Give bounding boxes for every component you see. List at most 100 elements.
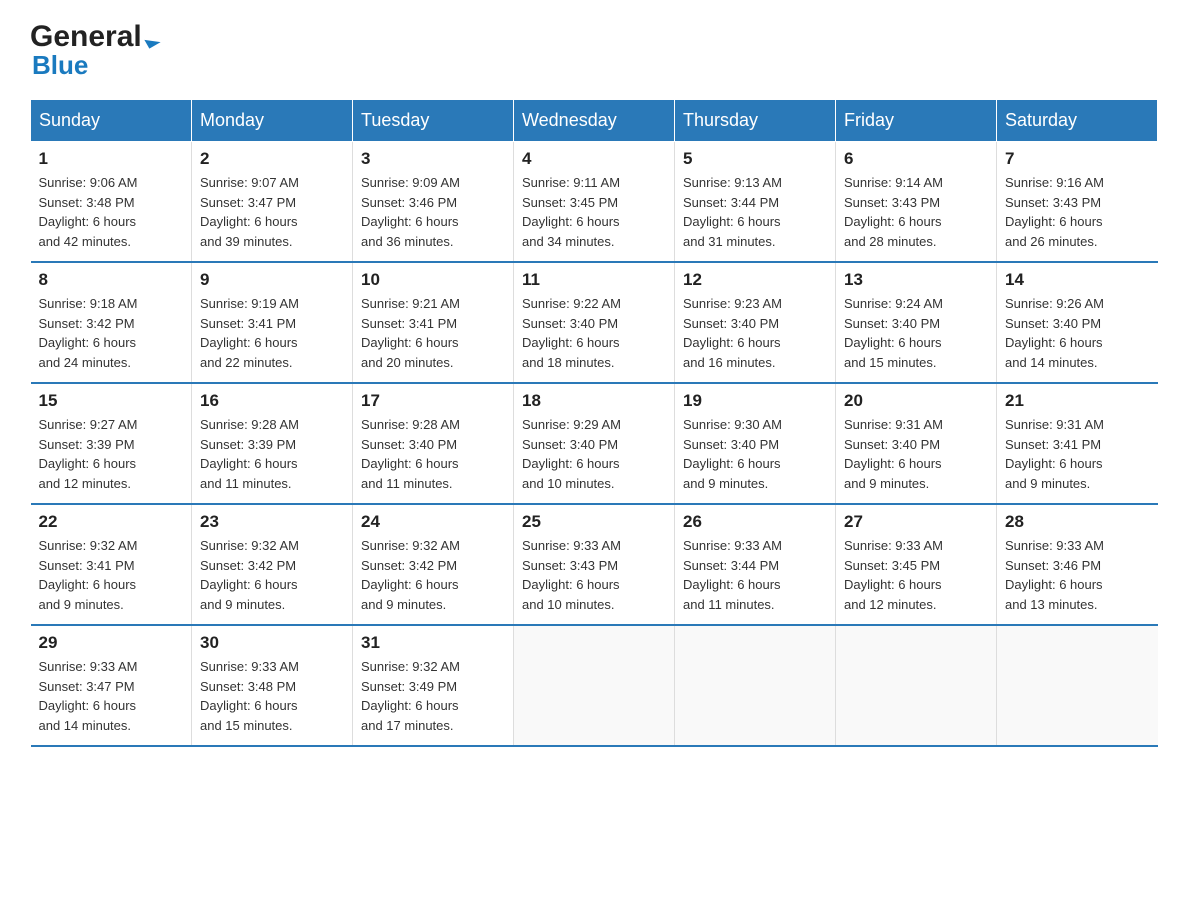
- day-number: 23: [200, 512, 344, 532]
- week-row-2: 8 Sunrise: 9:18 AM Sunset: 3:42 PM Daylig…: [31, 262, 1158, 383]
- calendar-cell: 12 Sunrise: 9:23 AM Sunset: 3:40 PM Dayli…: [675, 262, 836, 383]
- day-number: 26: [683, 512, 827, 532]
- day-number: 1: [39, 149, 184, 169]
- weekday-header-monday: Monday: [192, 100, 353, 142]
- calendar-cell: 18Sunrise: 9:29 AM Sunset: 3:40 PM Dayli…: [514, 383, 675, 504]
- calendar-cell: 26 Sunrise: 9:33 AM Sunset: 3:44 PM Dayli…: [675, 504, 836, 625]
- day-number: 7: [1005, 149, 1150, 169]
- day-info: Sunrise: 9:32 AM Sunset: 3:41 PM Dayligh…: [39, 536, 184, 614]
- day-number: 28: [1005, 512, 1150, 532]
- calendar-cell: 14Sunrise: 9:26 AM Sunset: 3:40 PM Dayli…: [997, 262, 1158, 383]
- day-number: 4: [522, 149, 666, 169]
- day-info: Sunrise: 9:31 AM Sunset: 3:41 PM Dayligh…: [1005, 415, 1150, 493]
- day-info: Sunrise: 9:33 AM Sunset: 3:48 PM Dayligh…: [200, 657, 344, 735]
- week-row-5: 29 Sunrise: 9:33 AM Sunset: 3:47 PM Dayli…: [31, 625, 1158, 746]
- day-number: 27: [844, 512, 988, 532]
- calendar-cell: 27 Sunrise: 9:33 AM Sunset: 3:45 PM Dayli…: [836, 504, 997, 625]
- day-number: 10: [361, 270, 505, 290]
- day-info: Sunrise: 9:30 AM Sunset: 3:40 PM Dayligh…: [683, 415, 827, 493]
- day-info: Sunrise: 9:09 AM Sunset: 3:46 PM Dayligh…: [361, 173, 505, 251]
- day-number: 19: [683, 391, 827, 411]
- day-info: Sunrise: 9:33 AM Sunset: 3:47 PM Dayligh…: [39, 657, 184, 735]
- calendar-cell: 21 Sunrise: 9:31 AM Sunset: 3:41 PM Dayli…: [997, 383, 1158, 504]
- day-info: Sunrise: 9:33 AM Sunset: 3:44 PM Dayligh…: [683, 536, 827, 614]
- calendar-cell: 7 Sunrise: 9:16 AM Sunset: 3:43 PM Daylig…: [997, 142, 1158, 263]
- day-number: 5: [683, 149, 827, 169]
- day-number: 9: [200, 270, 344, 290]
- day-number: 14: [1005, 270, 1150, 290]
- day-number: 30: [200, 633, 344, 653]
- day-info: Sunrise: 9:24 AM Sunset: 3:40 PM Dayligh…: [844, 294, 988, 372]
- calendar-cell: 8 Sunrise: 9:18 AM Sunset: 3:42 PM Daylig…: [31, 262, 192, 383]
- day-number: 21: [1005, 391, 1150, 411]
- weekday-header-tuesday: Tuesday: [353, 100, 514, 142]
- calendar-cell: 10Sunrise: 9:21 AM Sunset: 3:41 PM Dayli…: [353, 262, 514, 383]
- day-info: Sunrise: 9:07 AM Sunset: 3:47 PM Dayligh…: [200, 173, 344, 251]
- calendar-cell: 6 Sunrise: 9:14 AM Sunset: 3:43 PM Daylig…: [836, 142, 997, 263]
- day-info: Sunrise: 9:31 AM Sunset: 3:40 PM Dayligh…: [844, 415, 988, 493]
- day-info: Sunrise: 9:28 AM Sunset: 3:40 PM Dayligh…: [361, 415, 505, 493]
- day-info: Sunrise: 9:29 AM Sunset: 3:40 PM Dayligh…: [522, 415, 666, 493]
- day-number: 13: [844, 270, 988, 290]
- day-number: 22: [39, 512, 184, 532]
- day-info: Sunrise: 9:23 AM Sunset: 3:40 PM Dayligh…: [683, 294, 827, 372]
- calendar-cell: 13 Sunrise: 9:24 AM Sunset: 3:40 PM Dayli…: [836, 262, 997, 383]
- day-info: Sunrise: 9:06 AM Sunset: 3:48 PM Dayligh…: [39, 173, 184, 251]
- weekday-header-thursday: Thursday: [675, 100, 836, 142]
- calendar-cell: 4 Sunrise: 9:11 AM Sunset: 3:45 PM Daylig…: [514, 142, 675, 263]
- calendar-cell: 5 Sunrise: 9:13 AM Sunset: 3:44 PM Daylig…: [675, 142, 836, 263]
- calendar-cell: 20 Sunrise: 9:31 AM Sunset: 3:40 PM Dayli…: [836, 383, 997, 504]
- week-row-1: 1 Sunrise: 9:06 AM Sunset: 3:48 PM Daylig…: [31, 142, 1158, 263]
- calendar-cell: 16 Sunrise: 9:28 AM Sunset: 3:39 PM Dayli…: [192, 383, 353, 504]
- logo-general: General: [30, 20, 142, 54]
- day-info: Sunrise: 9:33 AM Sunset: 3:43 PM Dayligh…: [522, 536, 666, 614]
- calendar-cell: 3Sunrise: 9:09 AM Sunset: 3:46 PM Daylig…: [353, 142, 514, 263]
- calendar-cell: 22 Sunrise: 9:32 AM Sunset: 3:41 PM Dayli…: [31, 504, 192, 625]
- page-header: General Blue: [30, 20, 1158, 81]
- day-number: 2: [200, 149, 344, 169]
- week-row-3: 15 Sunrise: 9:27 AM Sunset: 3:39 PM Dayli…: [31, 383, 1158, 504]
- calendar-table: SundayMondayTuesdayWednesdayThursdayFrid…: [30, 99, 1158, 747]
- calendar-cell: 17 Sunrise: 9:28 AM Sunset: 3:40 PM Dayli…: [353, 383, 514, 504]
- day-info: Sunrise: 9:13 AM Sunset: 3:44 PM Dayligh…: [683, 173, 827, 251]
- day-number: 29: [39, 633, 184, 653]
- calendar-cell: 24Sunrise: 9:32 AM Sunset: 3:42 PM Dayli…: [353, 504, 514, 625]
- day-info: Sunrise: 9:18 AM Sunset: 3:42 PM Dayligh…: [39, 294, 184, 372]
- logo: General Blue: [30, 20, 159, 81]
- day-number: 12: [683, 270, 827, 290]
- logo-arrow-icon: [144, 33, 160, 48]
- weekday-header-wednesday: Wednesday: [514, 100, 675, 142]
- day-number: 17: [361, 391, 505, 411]
- weekday-header-friday: Friday: [836, 100, 997, 142]
- day-number: 8: [39, 270, 184, 290]
- weekday-header-row: SundayMondayTuesdayWednesdayThursdayFrid…: [31, 100, 1158, 142]
- calendar-cell: 28 Sunrise: 9:33 AM Sunset: 3:46 PM Dayli…: [997, 504, 1158, 625]
- calendar-cell: 30 Sunrise: 9:33 AM Sunset: 3:48 PM Dayli…: [192, 625, 353, 746]
- day-info: Sunrise: 9:14 AM Sunset: 3:43 PM Dayligh…: [844, 173, 988, 251]
- day-number: 25: [522, 512, 666, 532]
- day-info: Sunrise: 9:11 AM Sunset: 3:45 PM Dayligh…: [522, 173, 666, 251]
- day-info: Sunrise: 9:22 AM Sunset: 3:40 PM Dayligh…: [522, 294, 666, 372]
- day-info: Sunrise: 9:28 AM Sunset: 3:39 PM Dayligh…: [200, 415, 344, 493]
- calendar-cell: 19 Sunrise: 9:30 AM Sunset: 3:40 PM Dayli…: [675, 383, 836, 504]
- weekday-header-sunday: Sunday: [31, 100, 192, 142]
- calendar-cell: 1 Sunrise: 9:06 AM Sunset: 3:48 PM Daylig…: [31, 142, 192, 263]
- day-number: 24: [361, 512, 505, 532]
- day-info: Sunrise: 9:33 AM Sunset: 3:45 PM Dayligh…: [844, 536, 988, 614]
- day-info: Sunrise: 9:16 AM Sunset: 3:43 PM Dayligh…: [1005, 173, 1150, 251]
- calendar-cell: 23 Sunrise: 9:32 AM Sunset: 3:42 PM Dayli…: [192, 504, 353, 625]
- calendar-cell: 9Sunrise: 9:19 AM Sunset: 3:41 PM Daylig…: [192, 262, 353, 383]
- day-info: Sunrise: 9:32 AM Sunset: 3:42 PM Dayligh…: [200, 536, 344, 614]
- day-number: 31: [361, 633, 505, 653]
- calendar-cell: 15 Sunrise: 9:27 AM Sunset: 3:39 PM Dayli…: [31, 383, 192, 504]
- day-number: 6: [844, 149, 988, 169]
- day-info: Sunrise: 9:33 AM Sunset: 3:46 PM Dayligh…: [1005, 536, 1150, 614]
- day-number: 20: [844, 391, 988, 411]
- day-info: Sunrise: 9:27 AM Sunset: 3:39 PM Dayligh…: [39, 415, 184, 493]
- day-info: Sunrise: 9:32 AM Sunset: 3:49 PM Dayligh…: [361, 657, 505, 735]
- day-number: 11: [522, 270, 666, 290]
- weekday-header-saturday: Saturday: [997, 100, 1158, 142]
- calendar-cell: [514, 625, 675, 746]
- day-number: 16: [200, 391, 344, 411]
- day-number: 15: [39, 391, 184, 411]
